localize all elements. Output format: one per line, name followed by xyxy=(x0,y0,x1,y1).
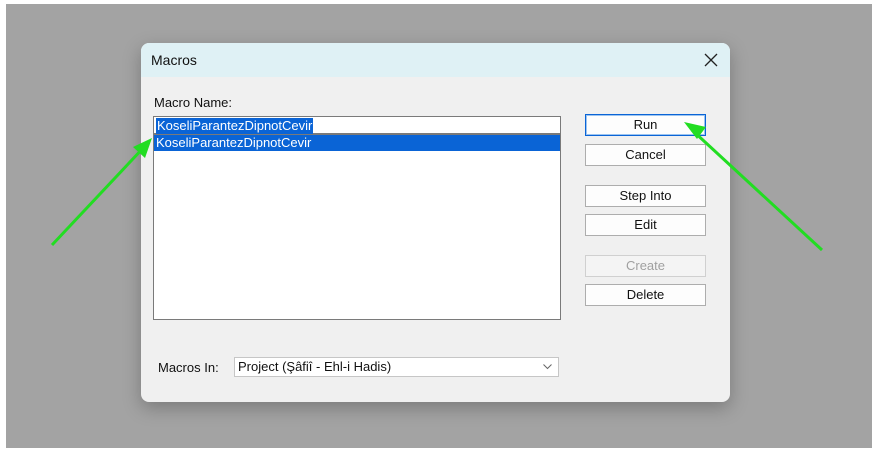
green-arrow-icon xyxy=(50,122,824,252)
